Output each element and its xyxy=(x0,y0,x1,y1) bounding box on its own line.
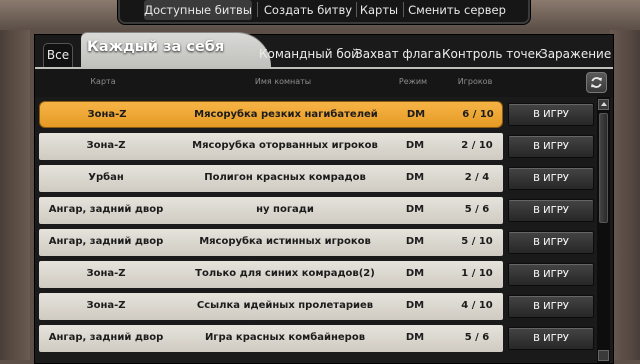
scroll-up-arrow-icon[interactable] xyxy=(598,99,609,110)
cell-map: Ангар, задний двор xyxy=(48,236,164,247)
cell-players: 2 / 10 xyxy=(461,140,493,151)
cell-mode: DM xyxy=(406,109,426,120)
tab-team-battle[interactable]: Командный бой xyxy=(259,43,359,65)
row-body: Зона-Z Мясорубка резких нагибателей DM 6… xyxy=(39,101,503,128)
cell-mode: DM xyxy=(405,204,425,215)
tab-infection[interactable]: Заражение xyxy=(540,43,611,65)
menu-separator xyxy=(257,2,258,17)
join-game-button[interactable]: В ИГРУ xyxy=(508,263,594,286)
menu-change-server[interactable]: Сменить сервер xyxy=(407,0,507,20)
cell-players: 4 / 10 xyxy=(461,300,493,311)
cell-mode: DM xyxy=(405,236,425,247)
cell-mode: DM xyxy=(405,140,425,151)
table-row[interactable]: Ангар, задний двор ну погади DM 5 / 6 В … xyxy=(37,197,597,224)
cell-mode: DM xyxy=(405,300,425,311)
cell-room-name: Мясорубка резких нагибателей xyxy=(194,109,378,120)
cell-room-name: Только для синих комрадов(2) xyxy=(195,268,375,279)
tab-control-points[interactable]: Контроль точек xyxy=(442,43,542,65)
menu-separator xyxy=(356,2,357,17)
tab-all[interactable]: Все xyxy=(43,43,73,68)
table-row[interactable]: Ангар, задний двор Мясорубка истинных иг… xyxy=(37,229,597,256)
table-row[interactable]: Зона-Z Ссылка идейных пролетариев DM 4 /… xyxy=(37,293,597,320)
cell-map: Ангар, задний двор xyxy=(48,332,164,343)
cell-players: 5 / 6 xyxy=(464,204,490,215)
row-body: Зона-Z Мясорубка оторванных игроков DM 2… xyxy=(39,133,503,160)
scrollbar[interactable] xyxy=(597,97,610,363)
tab-free-for-all-label: Каждый за себя xyxy=(87,39,225,55)
header-room-name: Имя комнаты xyxy=(254,77,312,86)
cell-room-name: Полигон красных комрадов xyxy=(204,172,366,183)
cell-mode: DM xyxy=(405,268,425,279)
table-row[interactable]: Зона-Z Только для синих комрадов(2) DM 1… xyxy=(37,261,597,288)
join-game-button[interactable]: В ИГРУ xyxy=(508,167,594,190)
cell-map: Зона-Z xyxy=(86,300,126,311)
table-header: Карта Имя комнаты Режим Игроков xyxy=(35,69,613,97)
row-body: Ангар, задний двор Мясорубка истинных иг… xyxy=(39,229,503,256)
join-game-button[interactable]: В ИГРУ xyxy=(508,231,594,254)
scroll-down-arrow-icon[interactable] xyxy=(598,350,609,361)
cell-players: 1 / 10 xyxy=(461,268,493,279)
battle-list-panel: Все Каждый за себя Командный бой Захват … xyxy=(34,33,614,364)
tab-capture-the-flag[interactable]: Захват флага xyxy=(355,43,441,65)
menu-separator xyxy=(403,2,404,17)
cell-players: 2 / 4 xyxy=(464,172,490,183)
row-body: Зона-Z Только для синих комрадов(2) DM 1… xyxy=(39,261,503,288)
header-mode: Режим xyxy=(398,77,428,86)
table-row[interactable]: Урбан Полигон красных комрадов DM 2 / 4 … xyxy=(37,165,597,192)
cell-map: Зона-Z xyxy=(87,109,127,120)
row-body: Ангар, задний двор Игра красных комбайне… xyxy=(39,325,503,352)
row-body: Ангар, задний двор ну погади DM 5 / 6 xyxy=(39,197,503,224)
cell-players: 6 / 10 xyxy=(462,109,494,120)
cell-room-name: Мясорубка истинных игроков xyxy=(199,236,371,247)
cell-players: 5 / 10 xyxy=(461,236,493,247)
join-game-button[interactable]: В ИГРУ xyxy=(508,135,594,158)
join-game-button[interactable]: В ИГРУ xyxy=(508,327,594,350)
scroll-thumb[interactable] xyxy=(599,113,608,223)
refresh-button[interactable] xyxy=(586,72,607,93)
background-left xyxy=(0,0,30,360)
table-row[interactable]: Ангар, задний двор Игра красных комбайне… xyxy=(37,325,597,352)
row-body: Урбан Полигон красных комрадов DM 2 / 4 xyxy=(39,165,503,192)
cell-mode: DM xyxy=(405,332,425,343)
top-menu: Доступные битвы Создать битву Карты Смен… xyxy=(118,0,530,24)
row-body: Зона-Z Ссылка идейных пролетариев DM 4 /… xyxy=(39,293,503,320)
cell-room-name: Ссылка идейных пролетариев xyxy=(196,300,374,311)
cell-room-name: Мясорубка оторванных игроков xyxy=(192,140,378,151)
table-row[interactable]: Зона-Z Мясорубка резких нагибателей DM 6… xyxy=(37,101,597,128)
refresh-icon xyxy=(590,77,603,88)
cell-map: Зона-Z xyxy=(86,268,126,279)
cell-map: Зона-Z xyxy=(86,140,126,151)
join-game-button[interactable]: В ИГРУ xyxy=(508,295,594,318)
cell-players: 5 / 6 xyxy=(464,332,490,343)
cell-room-name: Игра красных комбайнеров xyxy=(204,332,366,343)
header-players: Игроков xyxy=(457,77,493,86)
cell-map: Урбан xyxy=(88,172,124,183)
cell-room-name: ну погади xyxy=(256,204,314,215)
join-game-button[interactable]: В ИГРУ xyxy=(508,103,594,126)
cell-mode: DM xyxy=(405,172,425,183)
header-map: Карта xyxy=(90,77,116,86)
menu-maps[interactable]: Карты xyxy=(358,0,400,20)
background-right xyxy=(610,0,640,360)
menu-create-battle[interactable]: Создать битву xyxy=(262,0,354,20)
tab-free-for-all[interactable]: Каждый за себя xyxy=(81,33,271,69)
table-row[interactable]: Зона-Z Мясорубка оторванных игроков DM 2… xyxy=(37,133,597,160)
cell-map: Ангар, задний двор xyxy=(48,204,164,215)
menu-available-battles[interactable]: Доступные битвы xyxy=(144,0,252,20)
join-game-button[interactable]: В ИГРУ xyxy=(508,199,594,222)
